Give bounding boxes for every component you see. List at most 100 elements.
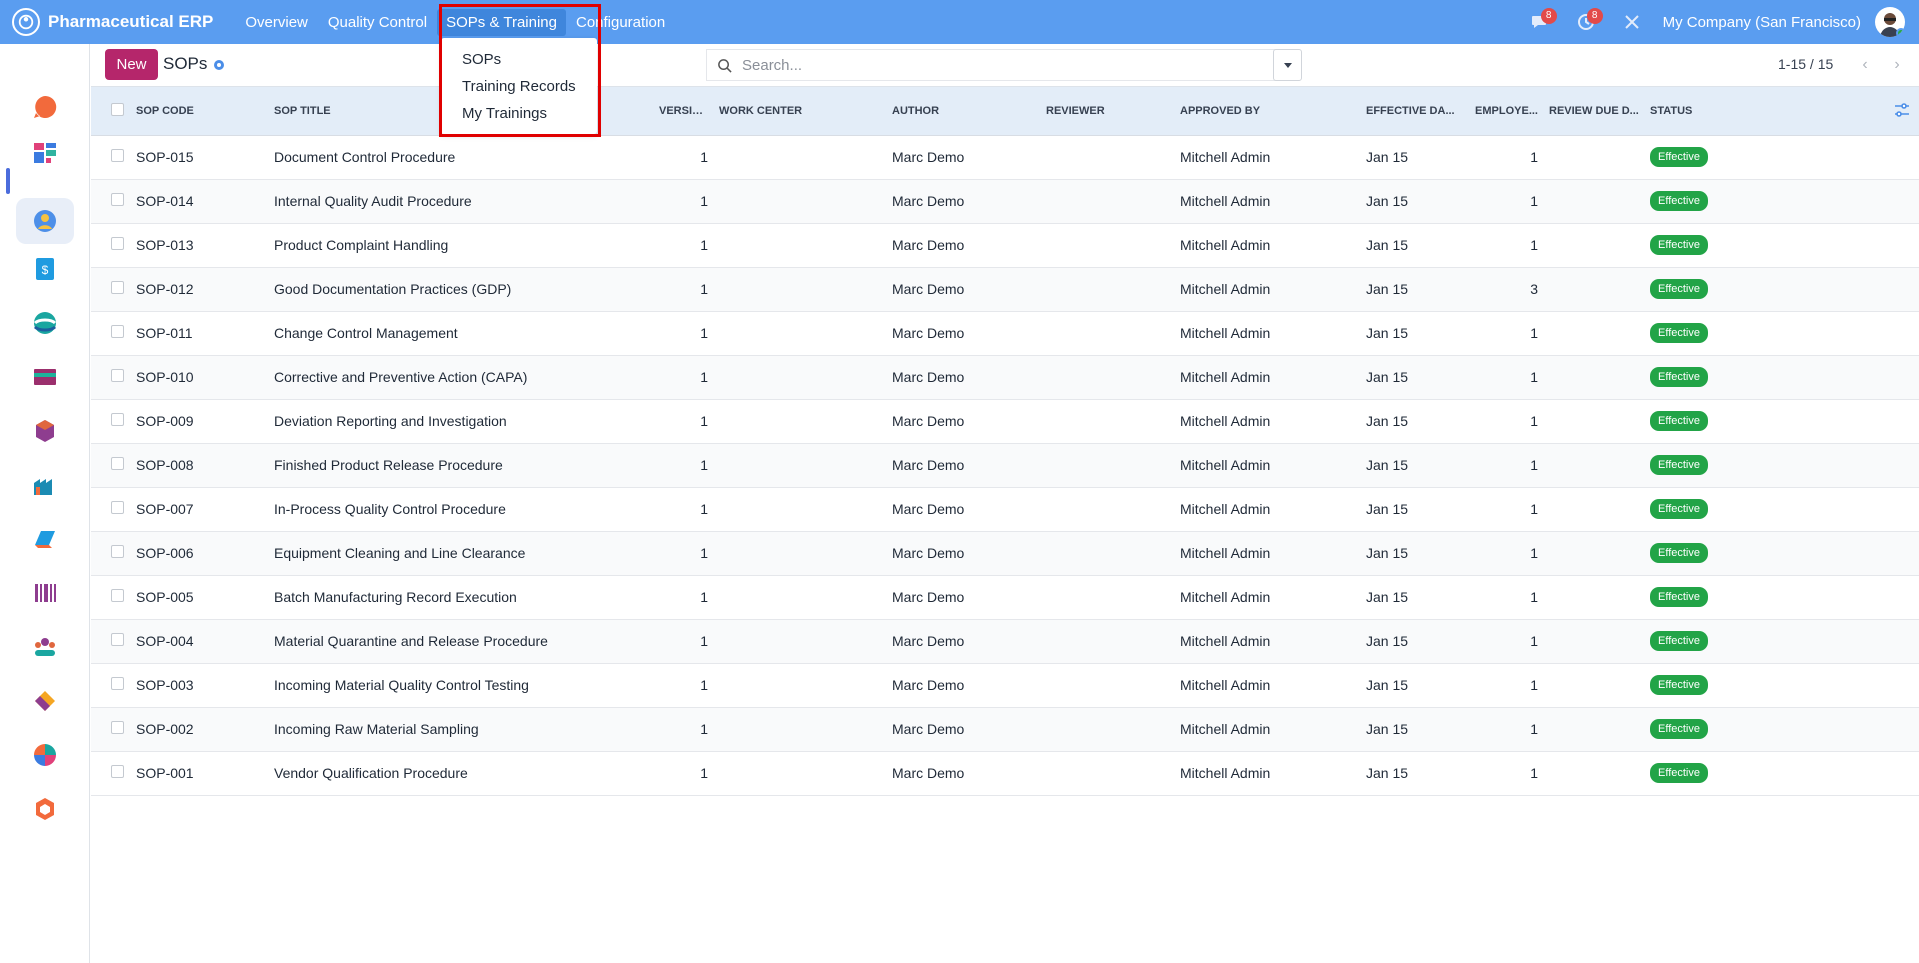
dashboards-app-icon[interactable] [28,136,62,170]
table-row[interactable]: SOP-012 Good Documentation Practices (GDP… [91,267,1919,311]
pager-value[interactable]: 1-15 / 15 [1778,56,1833,72]
menu-overview[interactable]: Overview [235,0,318,44]
search-options-toggle[interactable] [1273,49,1302,81]
table-row[interactable]: SOP-003 Incoming Material Quality Control… [91,663,1919,707]
row-checkbox[interactable] [111,281,124,294]
accounting-app-icon[interactable] [28,360,62,394]
row-checkbox[interactable] [111,589,124,602]
row-checkbox[interactable] [111,413,124,426]
table-row[interactable]: SOP-015 Document Control Procedure 1 Marc D… [91,135,1919,179]
pharmaceutical-erp-app-icon[interactable] [16,198,74,244]
table-row[interactable]: SOP-005 Batch Manufacturing Record Execut… [91,575,1919,619]
table-row[interactable]: SOP-009 Deviation Reporting and Investiga… [91,399,1919,443]
manufacturing-app-icon[interactable] [28,468,62,502]
row-select-cell[interactable] [91,663,131,707]
table-row[interactable]: SOP-007 In-Process Quality Control Proced… [91,487,1919,531]
column-header[interactable]: Effective Da... [1361,87,1462,136]
crm-app-icon[interactable] [28,306,62,340]
pager-previous-button[interactable]: ‹ [1851,49,1879,80]
row-select-cell[interactable] [91,223,131,267]
column-header[interactable]: Author [887,87,1041,136]
table-row[interactable]: SOP-010 Corrective and Preventive Action … [91,355,1919,399]
effective-date-cell: Jan 15 [1366,369,1409,385]
status-badge: Effective [1650,543,1708,563]
row-select-cell[interactable] [91,311,131,355]
row-checkbox[interactable] [111,457,124,470]
row-checkbox[interactable] [111,721,124,734]
row-checkbox[interactable] [111,765,124,778]
company-switcher[interactable]: My Company (San Francisco) [1663,14,1861,31]
row-select-cell[interactable] [91,179,131,223]
brand[interactable]: Pharmaceutical ERP [12,8,235,36]
table-row[interactable]: SOP-013 Product Complaint Handling 1 Marc D… [91,223,1919,267]
effective-date-cell: Jan 15 [1366,545,1409,561]
table-row[interactable]: SOP-002 Incoming Raw Material Sampling 1 Ma… [91,707,1919,751]
row-spacer-cell [1795,443,1919,487]
row-checkbox[interactable] [111,325,124,338]
sales-app-icon[interactable] [28,522,62,556]
table-header-row: SOP Code SOP Title Version Work Center A… [91,87,1919,136]
pager-next-button[interactable]: › [1883,49,1911,80]
search-input[interactable] [742,56,1242,74]
row-checkbox[interactable] [111,149,124,162]
discuss-app-icon[interactable] [28,90,62,124]
gear-icon[interactable] [212,58,226,72]
row-checkbox[interactable] [111,501,124,514]
row-checkbox[interactable] [111,545,124,558]
column-header[interactable]: Approved By [1175,87,1361,136]
menu-quality-control[interactable]: Quality Control [318,0,437,44]
reviewer-cell [1041,487,1175,531]
table-row[interactable]: SOP-014 Internal Quality Audit Procedure 1… [91,179,1919,223]
select-all-header[interactable] [91,87,131,136]
table-row[interactable]: SOP-008 Finished Product Release Procedur… [91,443,1919,487]
row-select-cell[interactable] [91,531,131,575]
row-select-cell[interactable] [91,443,131,487]
table-row[interactable]: SOP-004 Material Quarantine and Release P… [91,619,1919,663]
row-checkbox[interactable] [111,677,124,690]
employees-cell: 3 [1530,281,1538,297]
row-select-cell[interactable] [91,399,131,443]
invoicing-app-icon[interactable]: $ [28,252,62,286]
table-row[interactable]: SOP-006 Equipment Cleaning and Line Clear… [91,531,1919,575]
project-app-icon[interactable] [28,684,62,718]
row-select-cell[interactable] [91,355,131,399]
messages-button[interactable]: 8 [1525,0,1557,44]
row-checkbox[interactable] [111,369,124,382]
row-select-cell[interactable] [91,267,131,311]
row-select-cell[interactable] [91,487,131,531]
author-cell: Marc Demo [892,193,965,209]
new-button[interactable]: New [105,49,158,80]
column-header[interactable]: Review Due D... [1544,87,1645,136]
row-select-cell[interactable] [91,751,131,795]
row-select-cell[interactable] [91,619,131,663]
sop-title-cell: Internal Quality Audit Procedure [274,193,472,209]
row-checkbox[interactable] [111,193,124,206]
row-checkbox[interactable] [111,633,124,646]
apps-app-icon[interactable] [28,792,62,826]
table-row[interactable]: SOP-001 Vendor Qualification Procedure 1 Ma… [91,751,1919,795]
column-header[interactable]: Work Center [714,87,887,136]
work-center-cell [714,267,887,311]
column-header[interactable]: SOP Code [131,87,269,136]
column-header[interactable]: Status [1645,87,1795,136]
column-header[interactable]: Employe... [1462,87,1544,136]
row-select-cell[interactable] [91,707,131,751]
activities-button[interactable]: 8 [1571,0,1603,44]
row-select-cell[interactable] [91,135,131,179]
row-select-cell[interactable] [91,575,131,619]
select-all-checkbox[interactable] [111,102,124,116]
debug-tools-button[interactable] [1617,0,1647,44]
employees-app-icon[interactable] [28,630,62,664]
messages-badge: 8 [1540,8,1557,24]
inventory-app-icon[interactable] [28,414,62,448]
table-row[interactable]: SOP-011 Change Control Management 1 Marc De… [91,311,1919,355]
row-checkbox[interactable] [111,237,124,250]
tools-icon [1624,15,1639,29]
column-header[interactable]: Reviewer [1041,87,1175,136]
sliders-icon[interactable] [1893,101,1911,119]
user-avatar[interactable] [1875,7,1905,37]
barcode-app-icon[interactable] [28,576,62,610]
column-header[interactable]: Version [654,87,714,136]
reporting-app-icon[interactable] [28,738,62,772]
author-cell: Marc Demo [892,325,965,341]
